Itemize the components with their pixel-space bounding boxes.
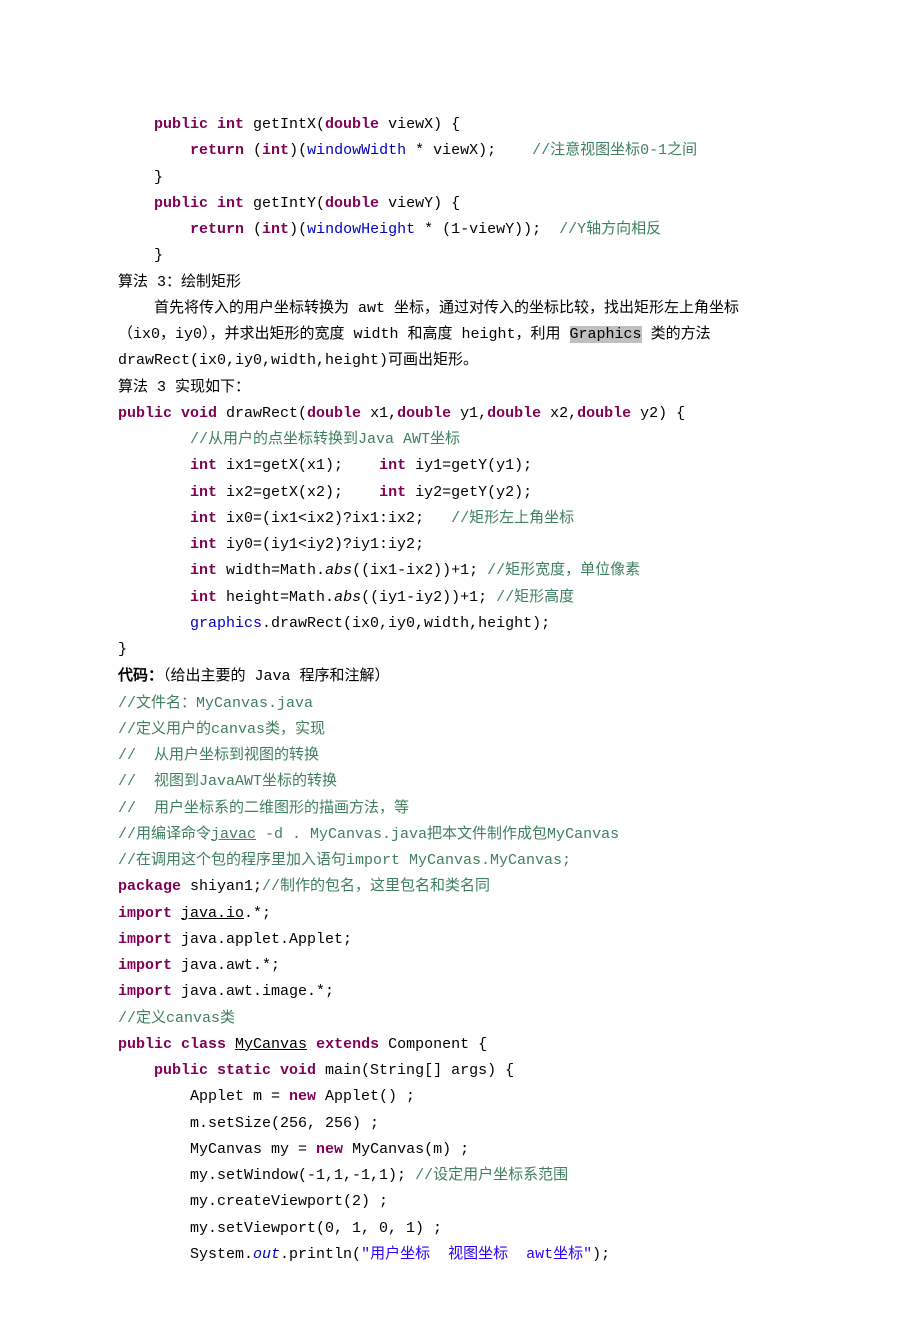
token: return xyxy=(190,221,244,238)
token: -d . MyCanvas.java把本文件制作成包MyCanvas xyxy=(256,826,619,843)
token: double xyxy=(397,405,451,422)
token: double xyxy=(487,405,541,422)
token: import xyxy=(118,931,172,948)
token: public void xyxy=(118,405,217,422)
token: //用编译命令 xyxy=(118,826,211,843)
token: out xyxy=(253,1246,280,1263)
token: Graphics xyxy=(570,326,642,343)
token: public int xyxy=(154,116,244,133)
token: //Y轴方向相反 xyxy=(559,221,661,238)
token: int xyxy=(190,457,217,474)
token: //矩形左上角坐标 xyxy=(451,510,574,527)
token: MyCanvas xyxy=(235,1036,307,1053)
token: public int xyxy=(154,195,244,212)
token: //定义用户的canvas类，实现 xyxy=(118,721,325,738)
token: //矩形高度 xyxy=(496,589,574,606)
token: double xyxy=(325,116,379,133)
token: // 用户坐标系的二维图形的描画方法，等 xyxy=(118,800,409,817)
token: 代码： xyxy=(118,667,163,684)
token: extends xyxy=(316,1036,379,1053)
token: //注意视图坐标0-1之间 xyxy=(532,142,697,159)
token: java.io xyxy=(181,905,244,922)
token: int xyxy=(262,142,289,159)
token: double xyxy=(577,405,631,422)
token: "用户坐标 视图坐标 awt坐标" xyxy=(361,1246,592,1263)
token: import xyxy=(118,983,172,1000)
token: // 视图到JavaAWT坐标的转换 xyxy=(118,773,337,790)
token: int xyxy=(190,589,217,606)
token: //文件名：MyCanvas.java xyxy=(118,695,313,712)
code-block: public int getIntX(double viewX) { retur… xyxy=(118,112,830,1268)
token: windowHeight xyxy=(307,221,415,238)
token: double xyxy=(325,195,379,212)
token: //设定用户坐标系范围 xyxy=(415,1167,568,1184)
token: public class xyxy=(118,1036,226,1053)
token: int xyxy=(190,484,217,501)
token: return xyxy=(190,142,244,159)
token: javac xyxy=(211,826,256,843)
token: //从用户的点坐标转换到Java AWT坐标 xyxy=(190,431,460,448)
token: int xyxy=(190,536,217,553)
token: int xyxy=(379,457,406,474)
token: //制作的包名，这里包名和类名同 xyxy=(262,878,490,895)
token: int xyxy=(190,510,217,527)
token: // 从用户坐标到视图的转换 xyxy=(118,747,319,764)
token: int xyxy=(190,562,217,579)
token: abs xyxy=(325,562,352,579)
token: double xyxy=(307,405,361,422)
token: windowWidth xyxy=(307,142,406,159)
token: import xyxy=(118,957,172,974)
token: new xyxy=(289,1088,316,1105)
token: abs xyxy=(334,589,361,606)
token: graphics xyxy=(190,615,262,632)
token: //定义canvas类 xyxy=(118,1010,235,1027)
token: int xyxy=(379,484,406,501)
token: //在调用这个包的程序里加入语句import MyCanvas.MyCanvas… xyxy=(118,852,571,869)
token: package xyxy=(118,878,181,895)
token: //矩形宽度，单位像素 xyxy=(487,562,640,579)
token: public static void xyxy=(154,1062,316,1079)
token: int xyxy=(262,221,289,238)
token: new xyxy=(316,1141,343,1158)
document-page: public int getIntX(double viewX) { retur… xyxy=(0,0,920,1328)
token: import xyxy=(118,905,172,922)
